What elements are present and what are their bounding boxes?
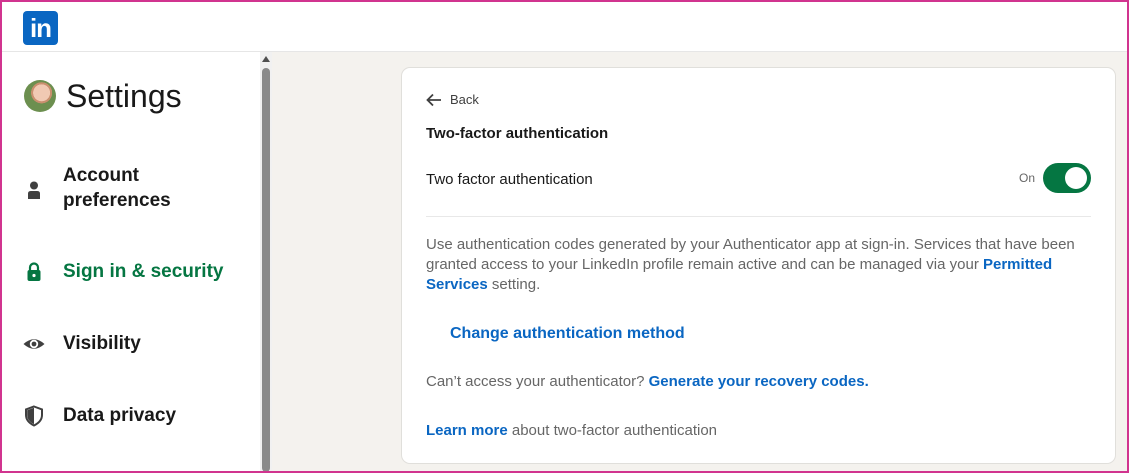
page-title: Settings [66,78,182,114]
avatar[interactable] [24,80,56,112]
sidebar-item-label: Visibility [63,333,141,354]
scroll-up-arrow-icon[interactable] [262,56,270,62]
toggle-knob [1065,167,1087,189]
description-text: Use authentication codes generated by yo… [426,236,1075,273]
eye-icon [23,339,45,349]
two-factor-toggle-group: On [1019,163,1091,193]
sidebar-item-visibility[interactable]: Visibility [2,330,260,360]
two-factor-card: Back Two-factor authentication Two facto… [402,68,1115,463]
learn-more-text: about two-factor authentication [511,422,718,439]
person-icon [28,181,40,199]
description-text-end: setting. [491,276,541,293]
description: Use authentication codes generated by yo… [426,235,1086,295]
sidebar-item-account-preferences[interactable]: Account preferences [2,162,260,222]
back-button[interactable]: Back [426,92,479,107]
linkedin-logo[interactable]: in [23,11,58,45]
shield-icon [25,405,43,427]
scroll-thumb[interactable] [262,68,270,472]
learn-more-row: Learn more about two-factor authenticati… [426,422,717,439]
divider [426,216,1091,217]
settings-sidebar: Settings Account preferences Sign in & s… [2,52,260,471]
sidebar-item-label: Account preferences [63,165,171,211]
sidebar-scrollbar[interactable] [260,52,272,472]
top-bar: in [2,2,1127,52]
sidebar-item-sign-in-security[interactable]: Sign in & security [2,258,260,288]
recovery-row: Can’t access your authenticator? Generat… [426,373,869,390]
toggle-state-label: On [1018,171,1035,185]
sidebar-item-label: Data privacy [63,405,177,426]
section-title: Two-factor authentication [426,125,609,142]
back-label: Back [450,92,479,107]
learn-more-link[interactable]: Learn more [426,422,508,439]
generate-recovery-codes-link[interactable]: Generate your recovery codes. [649,373,869,390]
toggle-label: Two factor authentication [426,171,593,188]
arrow-left-icon [426,93,441,106]
two-factor-toggle[interactable] [1043,163,1091,193]
recovery-prompt: Can’t access your authenticator? [426,373,645,390]
sidebar-item-data-privacy[interactable]: Data privacy [2,402,260,432]
change-authentication-method-link[interactable]: Change authentication method [450,325,685,343]
sidebar-item-label: Sign in & security [63,261,224,282]
lock-icon [27,262,41,281]
